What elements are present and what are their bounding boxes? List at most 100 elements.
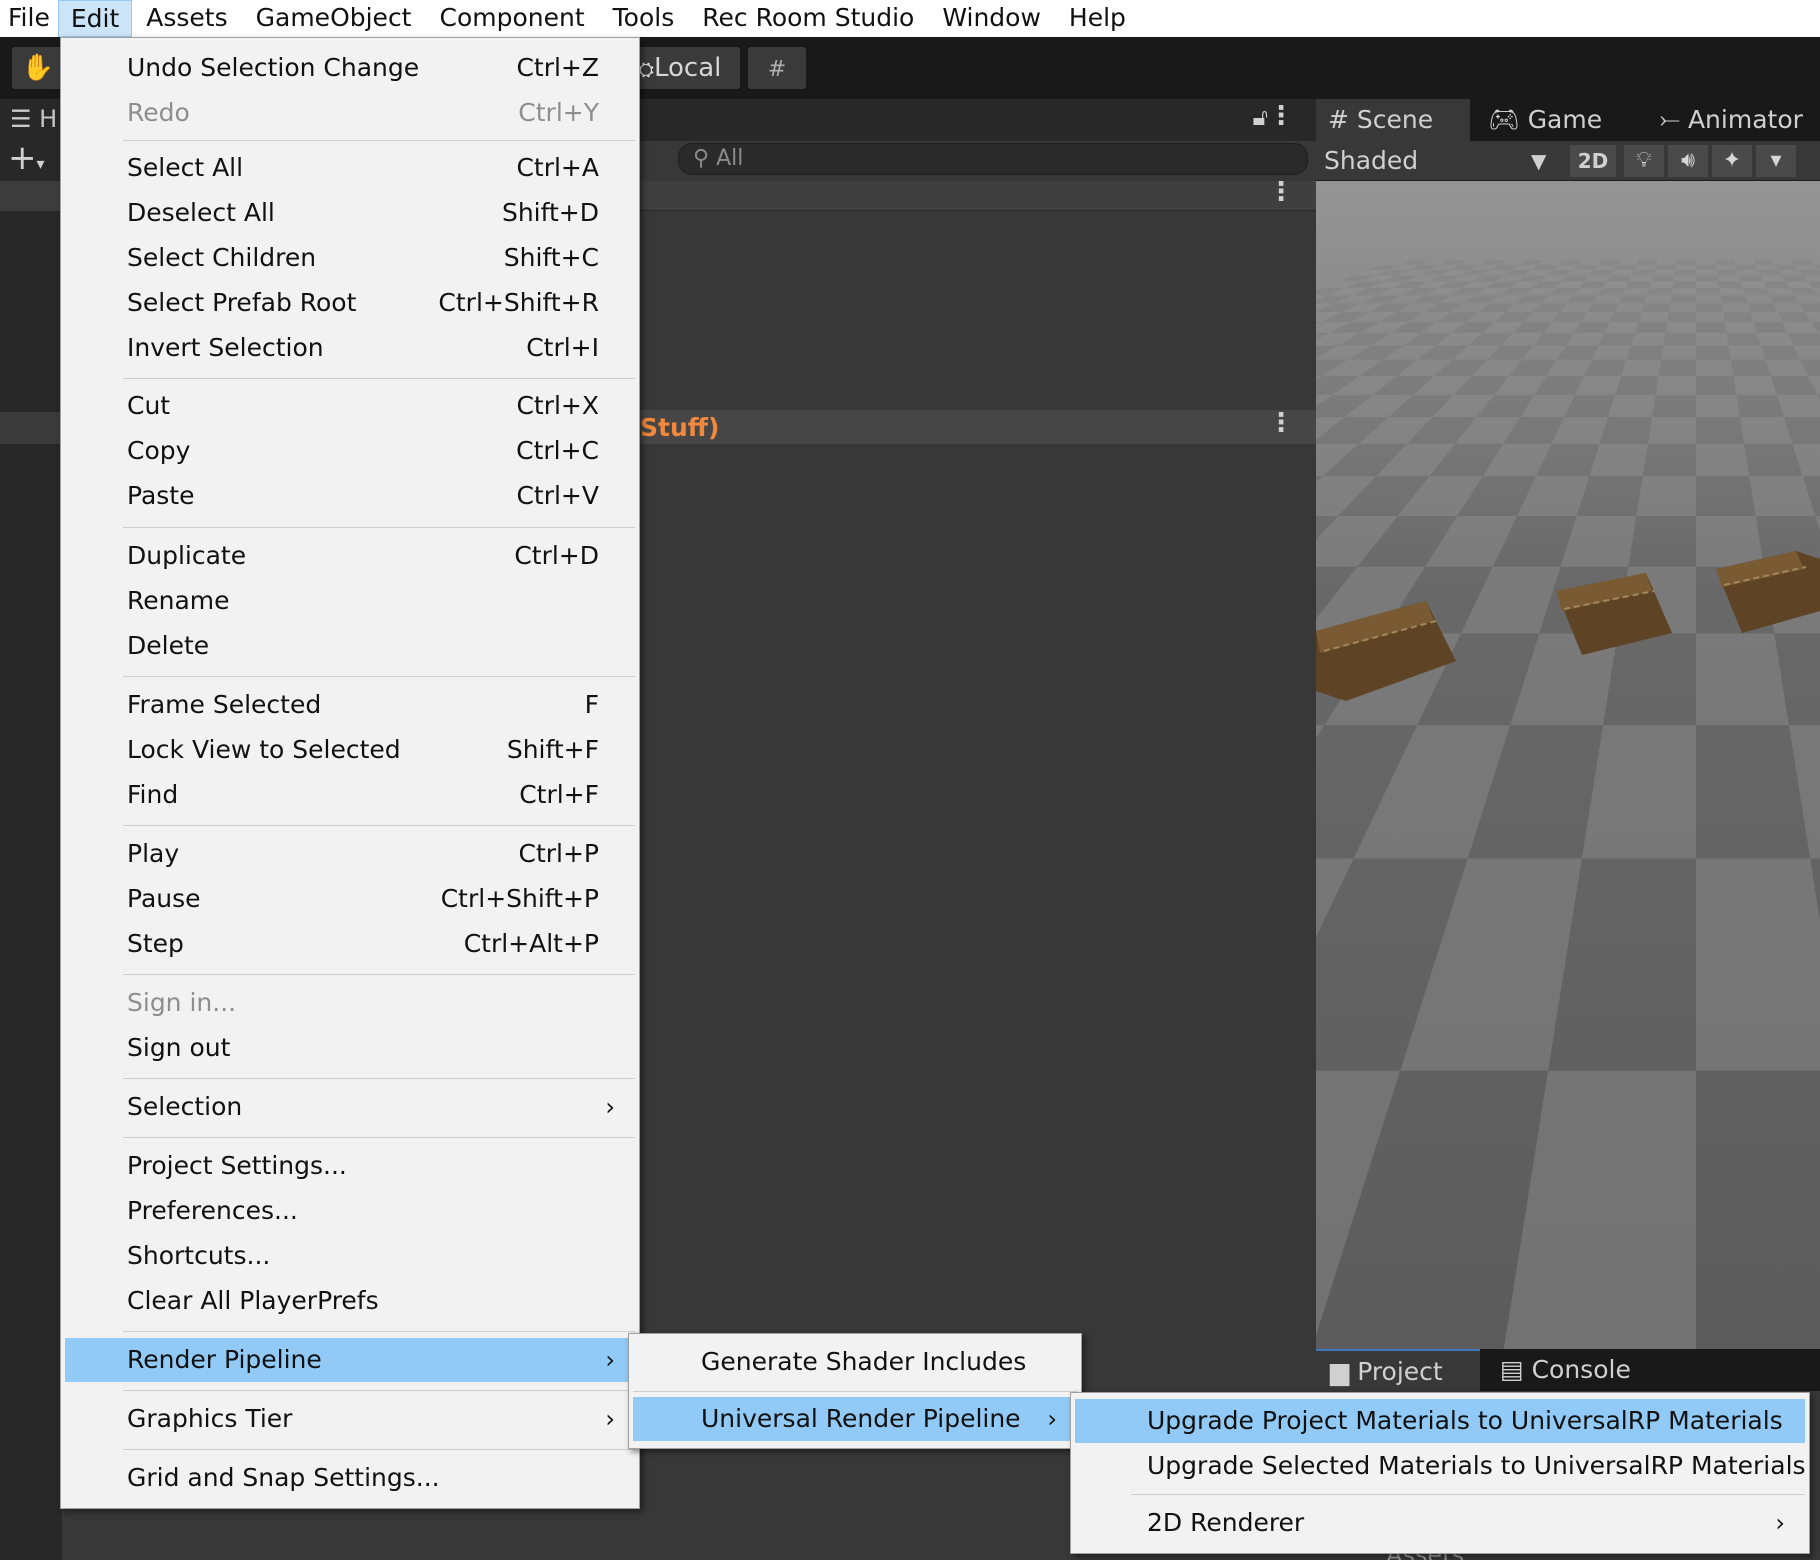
menu-item-shortcut: Ctrl+C xyxy=(516,436,599,465)
menu-item-render-pipeline[interactable]: Render Pipeline › xyxy=(65,1338,635,1382)
menu-item-delete[interactable]: Delete xyxy=(65,624,635,668)
menu-item-label: Grid and Snap Settings... xyxy=(127,1463,440,1492)
create-plus-button[interactable]: +▾ xyxy=(8,139,45,183)
menu-item-shortcut: Shift+C xyxy=(503,243,599,272)
menu-item-shortcuts[interactable]: Shortcuts... xyxy=(65,1234,635,1278)
menu-window[interactable]: Window xyxy=(928,0,1055,37)
menu-item-rename[interactable]: Rename xyxy=(65,579,635,623)
menu-item-label: Sign in... xyxy=(127,988,237,1017)
search-input[interactable]: ⚲ All xyxy=(678,143,1308,175)
menu-item-upgrade-selected-materials[interactable]: Upgrade Selected Materials to UniversalR… xyxy=(1075,1444,1806,1488)
menu-item-duplicate[interactable]: Duplicate Ctrl+D xyxy=(65,534,635,578)
menu-item-label: Render Pipeline xyxy=(127,1345,322,1374)
menu-item-find[interactable]: Find Ctrl+F xyxy=(65,773,635,817)
menu-item-shortcut: Ctrl+V xyxy=(516,481,599,510)
tab-scene[interactable]: # Scene xyxy=(1316,99,1470,141)
menu-item-select-children[interactable]: Select Children Shift+C xyxy=(65,236,635,280)
menu-separator xyxy=(123,1390,635,1391)
menu-item-copy[interactable]: Copy Ctrl+C xyxy=(65,429,635,473)
menu-separator xyxy=(1131,1494,1805,1495)
tab-project[interactable]: ▆ Project xyxy=(1316,1349,1480,1391)
menu-item-frame-selected[interactable]: Frame Selected F xyxy=(65,683,635,727)
menu-item-play[interactable]: Play Ctrl+P xyxy=(65,832,635,876)
hierarchy-row[interactable] xyxy=(0,181,62,211)
menu-item-2d-renderer[interactable]: 2D Renderer › xyxy=(1075,1501,1805,1545)
menu-item-graphics-tier[interactable]: Graphics Tier › xyxy=(65,1397,635,1441)
menu-item-select-prefab-root[interactable]: Select Prefab Root Ctrl+Shift+R xyxy=(65,281,635,325)
lighting-icon[interactable]: 💡︎ xyxy=(1624,145,1664,177)
menu-item-universal-render-pipeline[interactable]: Universal Render Pipeline › xyxy=(633,1397,1077,1441)
chevron-right-icon: › xyxy=(1775,1509,1785,1537)
chevron-down-icon[interactable]: ▼ xyxy=(1531,141,1546,181)
menu-item-shortcut: Shift+D xyxy=(501,198,599,227)
tab-animator[interactable]: ⤚ Animator xyxy=(1648,99,1815,141)
menu-rec-room-studio[interactable]: Rec Room Studio xyxy=(688,0,928,37)
menu-item-shortcut: Ctrl+Alt+P xyxy=(463,929,599,958)
row-menu-icon[interactable]: ⋮ xyxy=(1268,177,1294,207)
gamepad-icon: 🎮︎ xyxy=(1488,105,1528,134)
render-pipeline-submenu: Generate Shader Includes Universal Rende… xyxy=(628,1333,1082,1449)
menu-item-shortcut: Ctrl+F xyxy=(519,780,599,809)
menu-item-sign-in[interactable]: Sign in... xyxy=(65,981,635,1025)
menu-item-paste[interactable]: Paste Ctrl+V xyxy=(65,474,635,518)
list-icon: ☰ xyxy=(10,105,40,133)
menu-assets[interactable]: Assets xyxy=(132,0,241,37)
scene-viewport[interactable] xyxy=(1316,181,1820,1349)
more-options-icon[interactable]: ⋮ xyxy=(1268,101,1294,131)
menu-edit[interactable]: Edit xyxy=(57,0,133,37)
menu-item-undo[interactable]: Undo Selection Change Ctrl+Z xyxy=(65,46,635,90)
menu-item-shortcut: Ctrl+P xyxy=(518,839,599,868)
menu-separator xyxy=(123,825,635,826)
menu-tools[interactable]: Tools xyxy=(599,0,689,37)
tab-game[interactable]: 🎮︎ Game xyxy=(1476,99,1614,141)
menu-item-label: Copy xyxy=(127,436,191,465)
menu-item-invert-selection[interactable]: Invert Selection Ctrl+I xyxy=(65,326,635,370)
menu-item-cut[interactable]: Cut Ctrl+X xyxy=(65,384,635,428)
lock-icon[interactable]: 🔓︎ xyxy=(1252,103,1268,131)
pivot-local-button[interactable]: ⛭Local xyxy=(630,47,740,89)
menu-item-sign-out[interactable]: Sign out xyxy=(65,1026,635,1070)
more-dropdown-icon[interactable]: ▾ xyxy=(1756,145,1796,177)
menu-separator xyxy=(123,1137,635,1138)
menu-item-grid-snap-settings[interactable]: Grid and Snap Settings... xyxy=(65,1456,635,1500)
menu-item-label: Frame Selected xyxy=(127,690,322,719)
menu-component[interactable]: Component xyxy=(426,0,599,37)
chevron-right-icon: › xyxy=(605,1405,615,1433)
menu-item-clear-playerprefs[interactable]: Clear All PlayerPrefs xyxy=(65,1279,635,1323)
menu-item-deselect-all[interactable]: Deselect All Shift+D xyxy=(65,191,635,235)
scene-toolbar: Shaded ▼ 2D 💡︎ 🔊︎ ✦ ▾ xyxy=(1316,141,1820,181)
menu-item-upgrade-project-materials[interactable]: Upgrade Project Materials to UniversalRP… xyxy=(1075,1399,1805,1443)
menu-item-project-settings[interactable]: Project Settings... xyxy=(65,1144,635,1188)
menu-item-label: Undo Selection Change xyxy=(127,53,420,82)
scene-tabs: # Scene 🎮︎ Game ⤚ Animator xyxy=(1316,99,1820,141)
toggle-2d-button[interactable]: 2D xyxy=(1570,145,1616,177)
effects-icon[interactable]: ✦ xyxy=(1712,145,1752,177)
hand-tool-button[interactable]: ✋ xyxy=(12,47,64,89)
shading-mode-dropdown[interactable]: Shaded xyxy=(1324,141,1418,181)
menu-gameobject[interactable]: GameObject xyxy=(242,0,426,37)
search-icon: ⚲ xyxy=(693,146,717,171)
tab-scene-label: Scene xyxy=(1356,105,1434,134)
menu-item-lock-view[interactable]: Lock View to Selected Shift+F xyxy=(65,728,635,772)
menu-help[interactable]: Help xyxy=(1055,0,1140,37)
menu-file[interactable]: File xyxy=(0,0,58,37)
menu-separator xyxy=(123,974,635,975)
menu-item-label: Pause xyxy=(127,884,201,913)
tab-console-label: Console xyxy=(1531,1355,1631,1384)
menu-item-selection[interactable]: Selection › xyxy=(65,1085,635,1129)
menu-item-step[interactable]: Step Ctrl+Alt+P xyxy=(65,922,635,966)
menu-item-shortcut: Ctrl+Z xyxy=(516,53,599,82)
tab-console[interactable]: ▤ Console xyxy=(1486,1349,1645,1391)
grid-snap-button[interactable]: # xyxy=(748,47,806,89)
row-menu-icon[interactable]: ⋮ xyxy=(1268,408,1294,438)
menu-bar: File Edit Assets GameObject Component To… xyxy=(0,0,1820,37)
menu-item-select-all[interactable]: Select All Ctrl+A xyxy=(65,146,635,190)
menu-item-pause[interactable]: Pause Ctrl+Shift+P xyxy=(65,877,635,921)
menu-separator xyxy=(123,1078,635,1079)
hierarchy-tab[interactable]: ☰ H xyxy=(0,99,62,139)
audio-icon[interactable]: 🔊︎ xyxy=(1668,145,1708,177)
menu-item-redo[interactable]: Redo Ctrl+Y xyxy=(65,91,635,135)
menu-item-preferences[interactable]: Preferences... xyxy=(65,1189,635,1233)
menu-item-generate-shader-includes[interactable]: Generate Shader Includes xyxy=(633,1340,1077,1384)
hierarchy-row[interactable] xyxy=(0,412,62,444)
